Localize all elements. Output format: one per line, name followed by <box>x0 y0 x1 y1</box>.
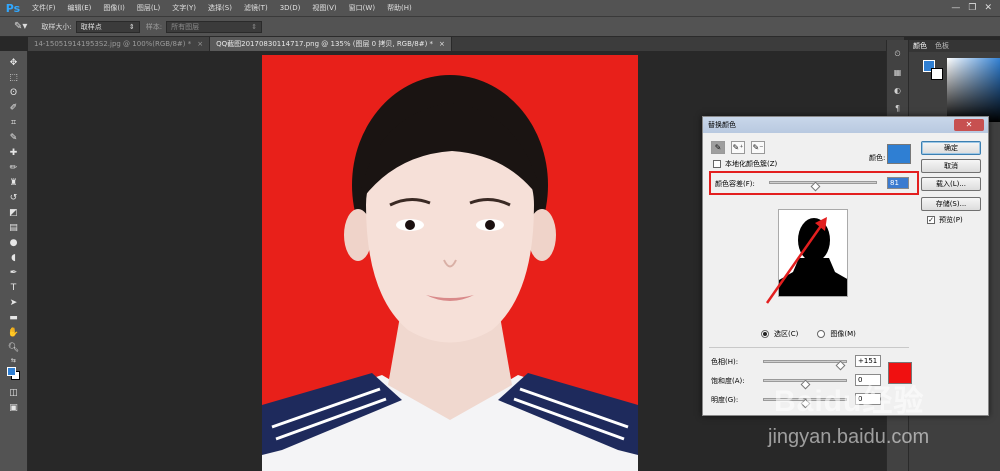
pen-tool-icon[interactable]: ✒ <box>5 265 23 280</box>
eyedropper-tool-icon[interactable]: ✎ <box>5 130 23 145</box>
portrait-image <box>262 75 638 471</box>
menu-bar: Ps 文件(F) 编辑(E) 图像(I) 图层(L) 文字(Y) 选择(S) 滤… <box>0 0 1000 17</box>
tab-close-icon[interactable]: × <box>439 37 445 51</box>
menu-filter[interactable]: 滤镜(T) <box>238 0 274 17</box>
history-brush-tool-icon[interactable]: ↺ <box>5 190 23 205</box>
screen-mode-icon[interactable]: ▣ <box>5 400 23 415</box>
hand-tool-icon[interactable]: ✋ <box>5 325 23 340</box>
tab-close-icon[interactable]: × <box>197 37 203 51</box>
menu-image[interactable]: 图像(I) <box>97 0 131 17</box>
photoshop-logo: Ps <box>5 1 21 15</box>
document-tab-2[interactable]: QQ截图20170830114717.png @ 135% (图层 0 拷贝, … <box>210 37 452 51</box>
annotation-arrow <box>765 217 827 304</box>
document-tab-1[interactable]: 14-150519141953S2.jpg @ 100%(RGB/8#) * × <box>28 37 211 51</box>
menu-type[interactable]: 文字(Y) <box>166 0 202 17</box>
sample-size-label: 取样大小: <box>41 22 72 31</box>
menu-3d[interactable]: 3D(D) <box>274 0 307 17</box>
foreground-color-swatch[interactable] <box>6 367 16 376</box>
baidu-watermark: Baidu经验 jingyan.baidu.com <box>720 376 1000 471</box>
options-bar: ✎▾ 取样大小: 取样点 ⇕ 样本: 所有图层 ⇕ <box>0 17 1000 37</box>
menu-edit[interactable]: 编辑(E) <box>62 0 98 17</box>
crop-tool-icon[interactable]: ⌗ <box>5 115 23 130</box>
document-tab-bar: 14-150519141953S2.jpg @ 100%(RGB/8#) * × … <box>28 37 904 51</box>
clone-stamp-tool-icon[interactable]: ♜ <box>5 175 23 190</box>
menu-file[interactable]: 文件(F) <box>26 0 62 17</box>
color-swatches[interactable] <box>5 365 23 381</box>
replace-color-dialog: 替换颜色 ✕ ✎ ✎⁺ ✎⁻ 颜色: 本地化颜色簇(Z) 颜色容差(F): 81 <box>702 116 989 416</box>
marquee-tool-icon[interactable]: ⬚ <box>5 70 23 85</box>
gradient-tool-icon[interactable]: ▤ <box>5 220 23 235</box>
healing-brush-tool-icon[interactable]: ✚ <box>5 145 23 160</box>
adjustments-panel-icon[interactable]: ◐ <box>891 84 905 96</box>
paragraph-panel-icon[interactable]: ¶ <box>891 102 905 114</box>
eyedropper-tool-preset-icon[interactable]: ✎▾ <box>14 21 27 32</box>
properties-panel-icon[interactable]: ▦ <box>891 66 905 78</box>
tab-label: QQ截图20170830114717.png @ 135% (图层 0 拷贝, … <box>216 40 434 48</box>
tab-label: 14-150519141953S2.jpg @ 100%(RGB/8#) * <box>34 40 192 48</box>
zoom-tool-icon[interactable]: 🔍︎ <box>5 340 23 355</box>
minimize-icon[interactable]: — <box>951 3 960 13</box>
menu-window[interactable]: 窗口(W) <box>343 0 381 17</box>
menu-select[interactable]: 选择(S) <box>202 0 238 17</box>
menu-view[interactable]: 视图(V) <box>306 0 342 17</box>
sample-label: 样本: <box>145 22 163 31</box>
close-window-icon[interactable]: ✕ <box>984 3 992 13</box>
portrait-photo[interactable] <box>262 55 638 471</box>
quick-select-tool-icon[interactable]: ✐ <box>5 100 23 115</box>
blur-tool-icon[interactable]: ● <box>5 235 23 250</box>
tools-panel: ✥ ⬚ ʘ ✐ ⌗ ✎ ✚ ✏ ♜ ↺ ◩ ▤ ● ◖ ✒ T ➤ ▬ ✋ 🔍︎… <box>0 51 28 471</box>
quick-mask-icon[interactable]: ◫ <box>5 385 23 400</box>
restore-icon[interactable]: ❐ <box>968 3 976 13</box>
watermark-brand: Baidu经验 <box>774 385 925 418</box>
sample-select: 所有图层 ⇕ <box>166 20 263 33</box>
type-tool-icon[interactable]: T <box>5 280 23 295</box>
watermark-url: jingyan.baidu.com <box>768 426 930 448</box>
eraser-tool-icon[interactable]: ◩ <box>5 205 23 220</box>
tab-swatches[interactable]: 色板 <box>931 40 953 52</box>
brush-tool-icon[interactable]: ✏ <box>5 160 23 175</box>
photoshop-window: Ps 文件(F) 编辑(E) 图像(I) 图层(L) 文字(Y) 选择(S) 滤… <box>0 0 1000 471</box>
shape-tool-icon[interactable]: ▬ <box>5 310 23 325</box>
lasso-tool-icon[interactable]: ʘ <box>5 85 23 100</box>
menu-layer[interactable]: 图层(L) <box>131 0 166 17</box>
move-tool-icon[interactable]: ✥ <box>5 55 23 70</box>
dodge-tool-icon[interactable]: ◖ <box>5 250 23 265</box>
panel-background-swatch[interactable] <box>931 68 943 80</box>
color-spectrum[interactable] <box>947 58 1000 122</box>
history-panel-icon[interactable]: ⏲ <box>891 48 905 60</box>
tab-color[interactable]: 颜色 <box>909 40 931 52</box>
path-selection-tool-icon[interactable]: ➤ <box>5 295 23 310</box>
menu-help[interactable]: 帮助(H) <box>381 0 418 17</box>
swap-colors-icon[interactable]: ⇆ <box>5 355 23 365</box>
sample-size-select[interactable]: 取样点 ⇕ <box>75 20 140 33</box>
